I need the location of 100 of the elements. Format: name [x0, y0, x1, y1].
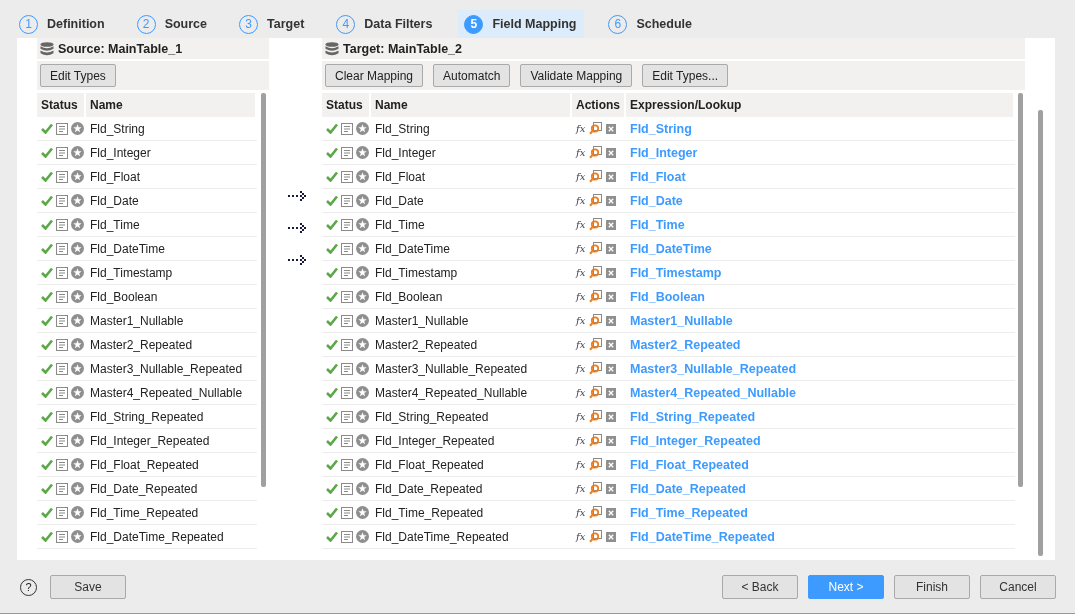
column-header[interactable]: Name [371, 93, 572, 117]
remove-icon[interactable] [606, 363, 617, 374]
star-icon[interactable] [71, 242, 84, 255]
star-icon[interactable] [71, 434, 84, 447]
function-button[interactable]: fx [576, 459, 586, 470]
star-icon[interactable] [71, 410, 84, 423]
lookup-icon[interactable] [589, 482, 603, 495]
document-icon[interactable] [56, 170, 68, 183]
star-icon[interactable] [356, 314, 369, 327]
document-icon[interactable] [56, 266, 68, 279]
remove-icon[interactable] [606, 315, 617, 326]
wizard-step[interactable]: 6 Schedule [602, 10, 700, 38]
star-icon[interactable] [71, 482, 84, 495]
scrollbar-thumb[interactable] [260, 93, 266, 487]
remove-icon[interactable] [606, 507, 617, 518]
star-icon[interactable] [356, 122, 369, 135]
column-header[interactable]: Status [37, 93, 86, 117]
column-header[interactable]: Expression/Lookup [626, 93, 1015, 117]
star-icon[interactable] [71, 506, 84, 519]
column-header[interactable]: Name [86, 93, 257, 117]
function-button[interactable]: fx [576, 435, 586, 446]
toolbar-button[interactable]: Automatch [433, 64, 511, 87]
document-icon[interactable] [341, 146, 353, 159]
document-icon[interactable] [341, 290, 353, 303]
document-icon[interactable] [56, 434, 68, 447]
document-icon[interactable] [341, 218, 353, 231]
column-header[interactable]: Status [322, 93, 371, 117]
star-icon[interactable] [356, 362, 369, 375]
star-icon[interactable] [71, 218, 84, 231]
wizard-step[interactable]: 3 Target [233, 10, 313, 38]
footer-button[interactable]: Finish [894, 575, 970, 599]
document-icon[interactable] [56, 218, 68, 231]
star-icon[interactable] [356, 146, 369, 159]
star-icon[interactable] [71, 362, 84, 375]
lookup-icon[interactable] [589, 338, 603, 351]
document-icon[interactable] [341, 386, 353, 399]
toolbar-button[interactable]: Validate Mapping [520, 64, 633, 87]
function-button[interactable]: fx [576, 339, 586, 350]
star-icon[interactable] [356, 410, 369, 423]
star-icon[interactable] [356, 506, 369, 519]
remove-icon[interactable] [606, 267, 617, 278]
wizard-step[interactable]: 5 Field Mapping [458, 10, 585, 38]
lookup-icon[interactable] [589, 434, 603, 447]
star-icon[interactable] [71, 266, 84, 279]
document-icon[interactable] [341, 170, 353, 183]
toolbar-button[interactable]: Edit Types [40, 64, 116, 87]
document-icon[interactable] [341, 506, 353, 519]
lookup-icon[interactable] [589, 506, 603, 519]
function-button[interactable]: fx [576, 411, 586, 422]
lookup-icon[interactable] [589, 218, 603, 231]
remove-icon[interactable] [606, 195, 617, 206]
star-icon[interactable] [71, 530, 84, 543]
document-icon[interactable] [341, 314, 353, 327]
star-icon[interactable] [356, 266, 369, 279]
star-icon[interactable] [71, 170, 84, 183]
document-icon[interactable] [341, 122, 353, 135]
remove-icon[interactable] [606, 387, 617, 398]
remove-icon[interactable] [606, 291, 617, 302]
remove-icon[interactable] [606, 435, 617, 446]
column-header[interactable]: Actions [572, 93, 626, 117]
star-icon[interactable] [356, 482, 369, 495]
function-button[interactable]: fx [576, 387, 586, 398]
star-icon[interactable] [356, 386, 369, 399]
lookup-icon[interactable] [589, 314, 603, 327]
remove-icon[interactable] [606, 531, 617, 542]
footer-button[interactable]: Cancel [980, 575, 1056, 599]
lookup-icon[interactable] [589, 530, 603, 543]
document-icon[interactable] [341, 434, 353, 447]
remove-icon[interactable] [606, 339, 617, 350]
remove-icon[interactable] [606, 459, 617, 470]
function-button[interactable]: fx [576, 123, 586, 134]
document-icon[interactable] [341, 482, 353, 495]
document-icon[interactable] [56, 290, 68, 303]
wizard-step[interactable]: 1 Definition [13, 10, 113, 38]
function-button[interactable]: fx [576, 243, 586, 254]
remove-icon[interactable] [606, 483, 617, 494]
footer-button[interactable]: Save [50, 575, 126, 599]
star-icon[interactable] [71, 338, 84, 351]
function-button[interactable]: fx [576, 219, 586, 230]
document-icon[interactable] [56, 482, 68, 495]
scrollbar-thumb[interactable] [1037, 110, 1043, 556]
lookup-icon[interactable] [589, 290, 603, 303]
function-button[interactable]: fx [576, 195, 586, 206]
star-icon[interactable] [71, 146, 84, 159]
star-icon[interactable] [356, 290, 369, 303]
star-icon[interactable] [71, 314, 84, 327]
document-icon[interactable] [56, 458, 68, 471]
star-icon[interactable] [356, 338, 369, 351]
document-icon[interactable] [56, 338, 68, 351]
lookup-icon[interactable] [589, 146, 603, 159]
remove-icon[interactable] [606, 147, 617, 158]
toolbar-button[interactable]: Clear Mapping [325, 64, 424, 87]
document-icon[interactable] [56, 314, 68, 327]
document-icon[interactable] [341, 242, 353, 255]
star-icon[interactable] [71, 458, 84, 471]
lookup-icon[interactable] [589, 266, 603, 279]
remove-icon[interactable] [606, 219, 617, 230]
document-icon[interactable] [56, 410, 68, 423]
function-button[interactable]: fx [576, 315, 586, 326]
function-button[interactable]: fx [576, 291, 586, 302]
